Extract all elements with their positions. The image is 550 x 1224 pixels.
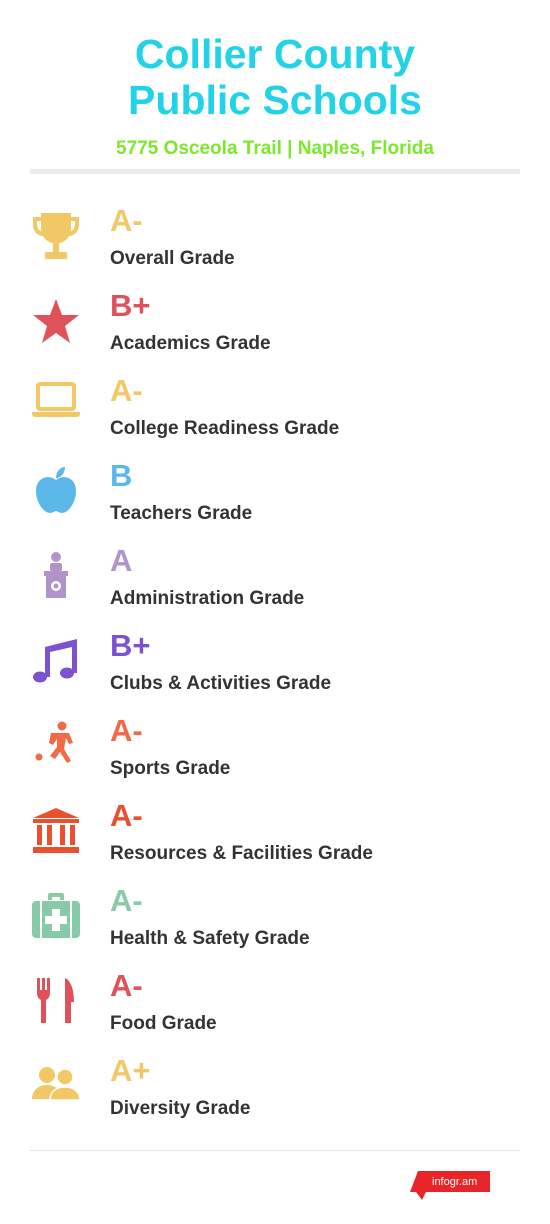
laptop-icon <box>31 381 81 431</box>
page-title: Collier County Public Schools <box>0 0 550 123</box>
grade-label: Clubs & Activities Grade <box>110 673 332 694</box>
grade-label: Sports Grade <box>110 758 231 779</box>
grade-value: A- <box>110 883 143 918</box>
grade-value: B+ <box>110 628 151 663</box>
grade-value: A- <box>110 203 143 238</box>
grade-value: A- <box>110 968 143 1003</box>
grade-label: Food Grade <box>110 1013 217 1034</box>
grade-value: A- <box>110 373 143 408</box>
trophy-icon <box>31 211 81 261</box>
grade-row-diversity: A+ Diversity Grade <box>0 1051 550 1136</box>
school-address: 5775 Osceola Trail | Naples, Florida <box>116 138 434 159</box>
grade-label: Diversity Grade <box>110 1098 251 1119</box>
header-divider <box>30 169 520 174</box>
grade-row-college-readiness: A- College Readiness Grade <box>0 371 550 456</box>
grade-row-administration: A Administration Grade <box>0 541 550 626</box>
infographic: Collier County Public Schools 5775 Osceo… <box>0 0 550 1224</box>
first-aid-kit-icon <box>31 891 81 941</box>
star-icon <box>31 296 81 346</box>
grade-label: Health & Safety Grade <box>110 928 310 949</box>
podium-icon <box>31 551 81 601</box>
grade-row-overall: A- Overall Grade <box>0 201 550 286</box>
grade-row-sports: A- Sports Grade <box>0 711 550 796</box>
grade-label: Teachers Grade <box>110 503 253 524</box>
grade-value: B <box>110 458 133 493</box>
building-icon <box>31 806 81 856</box>
fork-knife-icon <box>31 976 81 1026</box>
grade-label: Resources & Facilities Grade <box>110 843 373 864</box>
grade-value: A- <box>110 713 143 748</box>
grade-row-health-safety: A- Health & Safety Grade <box>0 881 550 966</box>
grade-value: B+ <box>110 288 151 323</box>
grade-label: Administration Grade <box>110 588 305 609</box>
title-line-2: Public Schools <box>128 77 422 123</box>
brand-logo-text: infogr.am <box>432 1176 478 1188</box>
apple-icon <box>31 466 81 516</box>
grade-row-food: A- Food Grade <box>0 966 550 1051</box>
grade-row-teachers: B Teachers Grade <box>0 456 550 541</box>
grade-label: Academics Grade <box>110 333 271 354</box>
people-icon <box>31 1061 81 1111</box>
footer-divider <box>30 1150 520 1151</box>
grade-value: A+ <box>110 1053 151 1088</box>
grade-value: A <box>110 543 133 578</box>
brand-badge[interactable]: infogr.am <box>410 1171 492 1201</box>
grade-label: College Readiness Grade <box>110 418 340 439</box>
grade-row-clubs-activities: B+ Clubs & Activities Grade <box>0 626 550 711</box>
grade-label: Overall Grade <box>110 248 235 269</box>
title-line-1: Collier County <box>134 31 416 77</box>
grade-row-resources-facilities: A- Resources & Facilities Grade <box>0 796 550 881</box>
grade-value: A- <box>110 798 143 833</box>
soccer-player-icon <box>31 721 81 771</box>
music-note-icon <box>31 636 81 686</box>
grades-list: A- Overall Grade B+ Academics Grade A- C… <box>0 201 550 1136</box>
grade-row-academics: B+ Academics Grade <box>0 286 550 371</box>
